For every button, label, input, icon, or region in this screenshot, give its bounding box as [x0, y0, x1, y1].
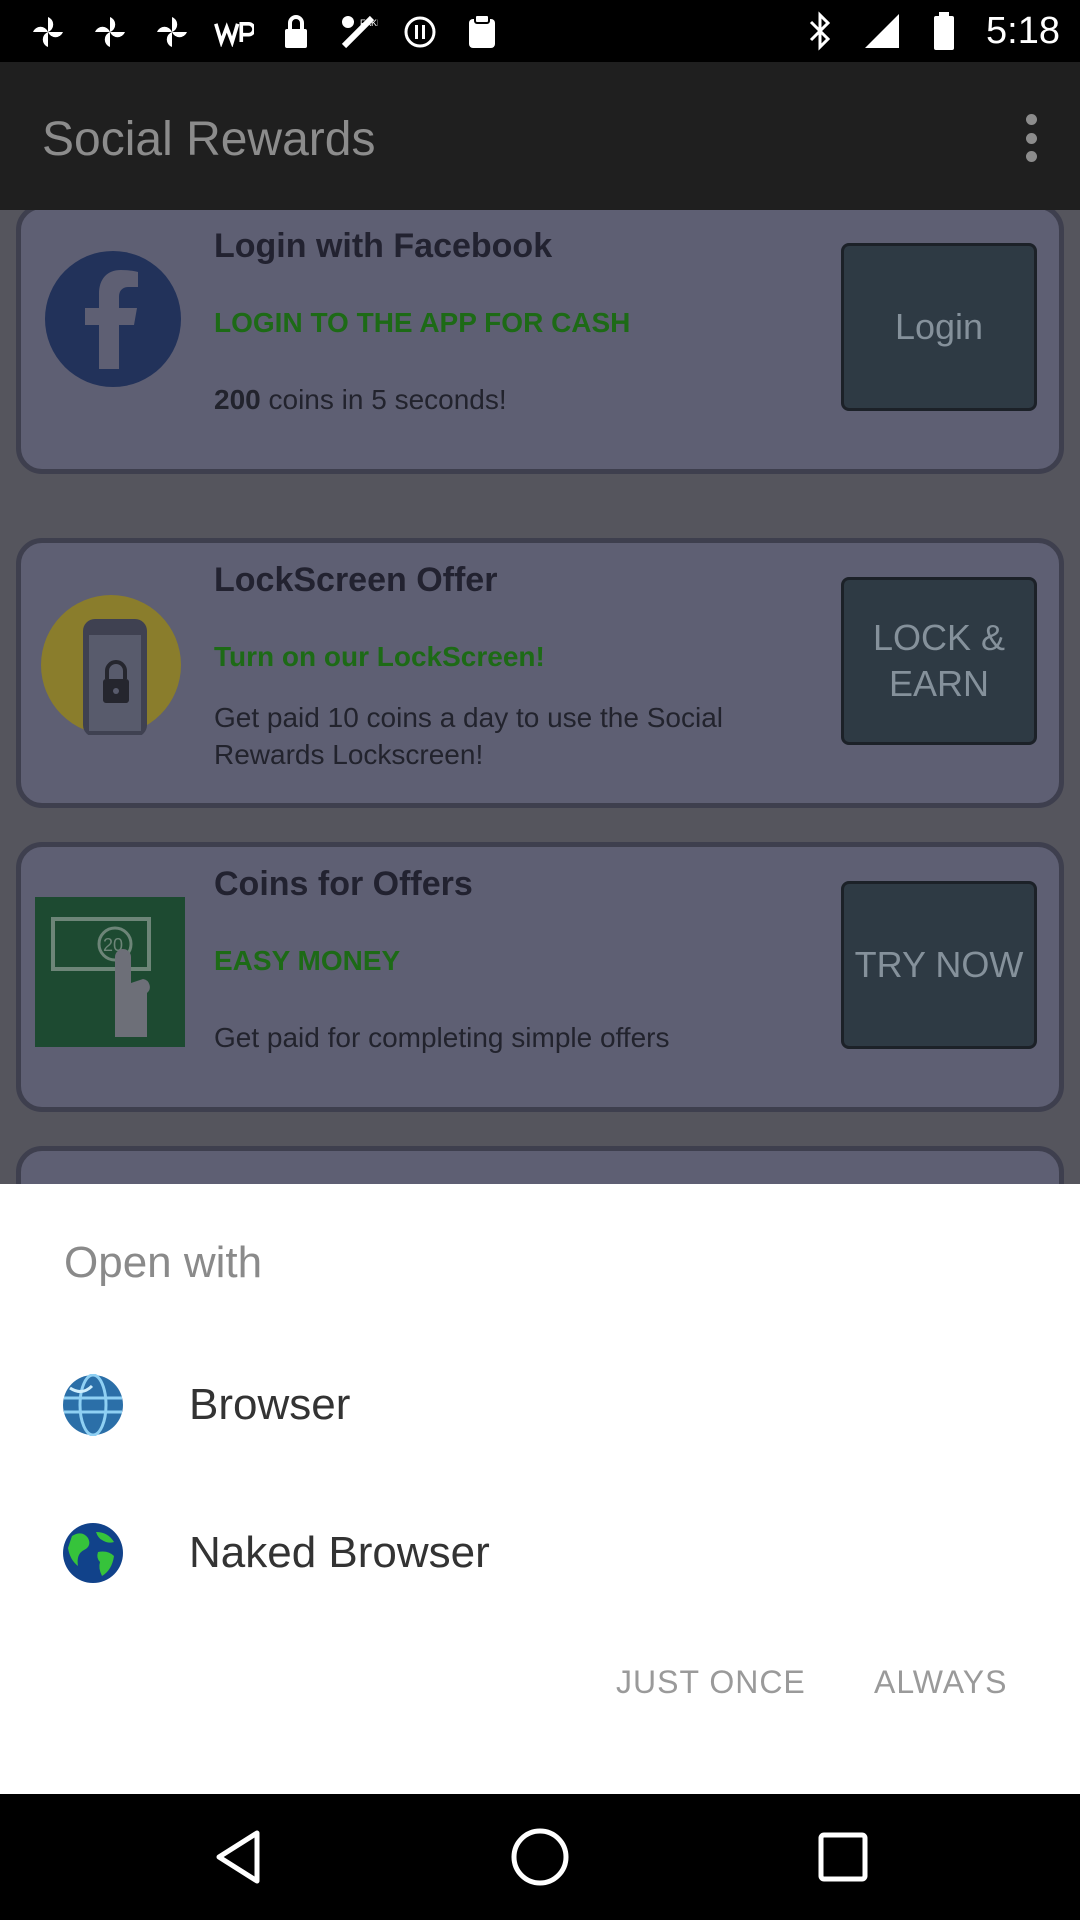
offers-list: Login with Facebook LOGIN TO THE APP FOR…: [0, 210, 1080, 1184]
offer-description: 200 coins in 5 seconds!: [214, 381, 814, 418]
app-option-naked-browser[interactable]: Naked Browser: [0, 1479, 1080, 1627]
svg-text:FAKE: FAKE: [360, 18, 378, 28]
offer-card-facebook[interactable]: Login with Facebook LOGIN TO THE APP FOR…: [16, 210, 1064, 474]
navigation-bar: [0, 1794, 1080, 1920]
notification-icons: FAKE: [28, 10, 502, 54]
app-label: Naked Browser: [189, 1528, 490, 1577]
cash-atm-icon: 20: [35, 897, 185, 1052]
offer-description-text: coins in 5 seconds!: [260, 384, 507, 415]
app-bar: Social Rewards: [0, 62, 1080, 210]
open-with-sheet: Open with Browser Naked Browser JUST ONC…: [0, 1184, 1080, 1794]
app-label: Browser: [189, 1380, 351, 1429]
earth-icon: [62, 1522, 124, 1584]
just-once-button[interactable]: JUST ONCE: [616, 1664, 806, 1701]
offer-title: LockScreen Offer: [214, 561, 498, 599]
system-icons: 5:18: [800, 8, 1060, 54]
pinwheel-icon: [152, 12, 192, 52]
more-vert-icon[interactable]: [1006, 108, 1056, 168]
battery-icon: [924, 11, 964, 51]
pinwheel-icon: [28, 12, 68, 52]
facebook-icon: [45, 251, 181, 392]
clock: 5:18: [986, 9, 1060, 52]
home-icon[interactable]: [507, 1824, 573, 1890]
wp-icon: [214, 12, 254, 52]
offer-title: Coins for Offers: [214, 865, 473, 903]
clipboard-icon: [462, 12, 502, 52]
fake-gps-icon: FAKE: [338, 12, 378, 52]
lock-earn-button[interactable]: LOCK & EARN: [841, 577, 1037, 745]
recents-icon[interactable]: [810, 1824, 876, 1890]
offer-coins: 200: [214, 384, 261, 415]
login-button[interactable]: Login: [841, 243, 1037, 411]
circle-icon: [400, 12, 440, 52]
lock-icon: [276, 12, 316, 52]
always-button[interactable]: ALWAYS: [874, 1664, 1007, 1701]
offer-card-partial[interactable]: [16, 1146, 1064, 1184]
offer-title: Login with Facebook: [214, 227, 553, 265]
offer-description: Get paid 10 coins a day to use the Socia…: [214, 702, 723, 770]
globe-icon: [62, 1373, 124, 1437]
pinwheel-icon: [90, 12, 130, 52]
status-bar: FAKE 5:18: [0, 0, 1080, 62]
back-icon[interactable]: [206, 1824, 272, 1890]
lockscreen-icon: [41, 595, 181, 740]
app-title: Social Rewards: [42, 113, 376, 166]
offer-description: Get paid for completing simple offers: [214, 1022, 670, 1053]
offer-subtitle: Turn on our LockScreen!: [214, 641, 545, 672]
app-option-browser[interactable]: Browser: [0, 1331, 1080, 1479]
offer-subtitle: LOGIN TO THE APP FOR CASH: [214, 307, 631, 338]
offer-subtitle: EASY MONEY: [214, 945, 401, 976]
offer-card-coins[interactable]: 20 Coins for Offers EASY MONEY Get paid …: [16, 842, 1064, 1112]
bluetooth-icon: [800, 11, 840, 51]
offer-card-lockscreen[interactable]: LockScreen Offer Turn on our LockScreen!…: [16, 538, 1064, 808]
signal-icon: [862, 11, 902, 51]
try-now-button[interactable]: TRY NOW: [841, 881, 1037, 1049]
sheet-title: Open with: [64, 1238, 263, 1287]
